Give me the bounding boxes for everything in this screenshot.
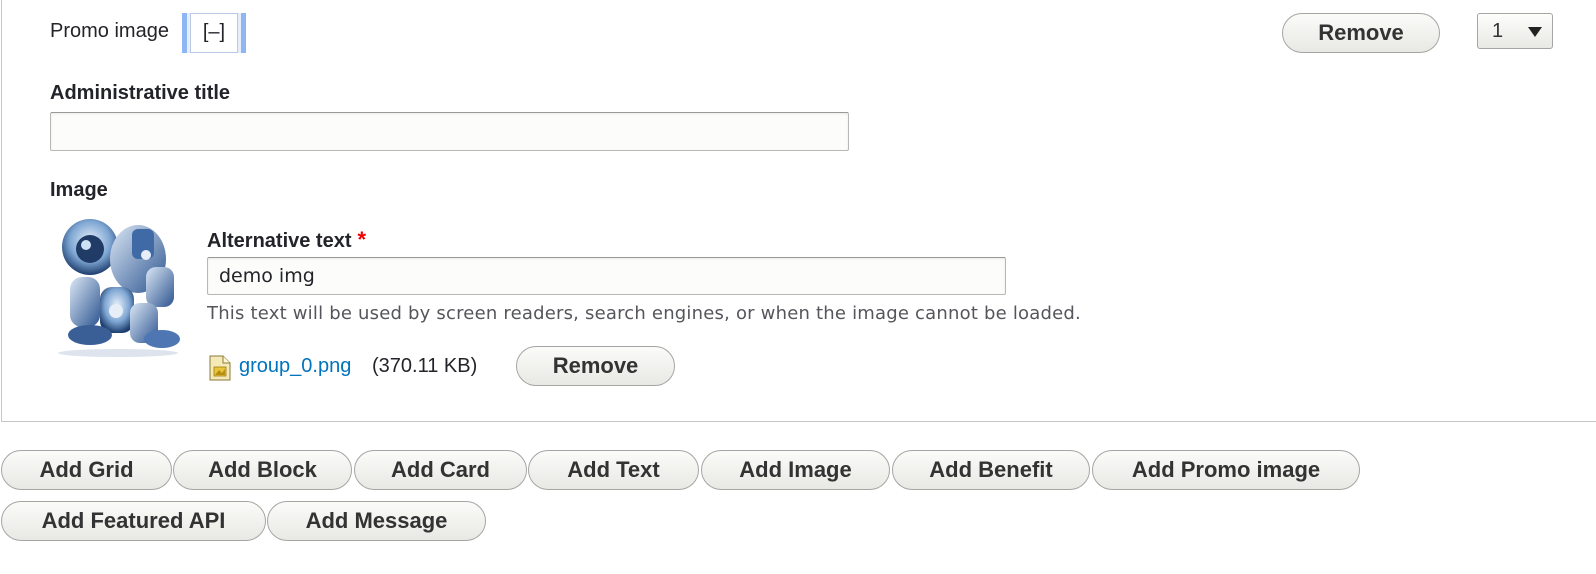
add-message-button[interactable]: Add Message	[267, 501, 486, 541]
alt-text-description: This text will be used by screen readers…	[207, 303, 1081, 324]
add-benefit-button[interactable]: Add Benefit	[892, 450, 1090, 490]
paragraph-type-label: Promo image	[50, 20, 169, 42]
alt-text-label-text: Alternative text	[207, 230, 352, 252]
add-promo-image-button[interactable]: Add Promo image	[1092, 450, 1360, 490]
add-grid-button[interactable]: Add Grid	[1, 450, 172, 490]
add-image-button[interactable]: Add Image	[701, 450, 890, 490]
remove-file-button[interactable]: Remove	[516, 346, 675, 386]
required-marker: *	[357, 227, 367, 252]
add-block-button[interactable]: Add Block	[173, 450, 352, 490]
chevron-down-icon	[1528, 27, 1542, 37]
collapse-toggle-button[interactable]: [–]	[190, 13, 238, 53]
add-text-button[interactable]: Add Text	[528, 450, 699, 490]
remove-paragraph-button[interactable]: Remove	[1282, 13, 1440, 53]
alt-text-input[interactable]	[207, 257, 1006, 295]
image-file-icon	[209, 355, 231, 381]
collapse-toggle-focus: [–]	[182, 13, 246, 53]
image-thumbnail	[50, 207, 190, 357]
add-featured-api-button[interactable]: Add Featured API	[1, 501, 266, 541]
weight-select[interactable]: 1	[1477, 13, 1553, 49]
file-name-link[interactable]: group_0.png	[239, 355, 351, 378]
image-field-label: Image	[50, 179, 108, 201]
alt-text-label: Alternative text *	[207, 227, 366, 253]
file-size: (370.11 KB)	[372, 355, 478, 377]
weight-select-value: 1	[1492, 20, 1504, 42]
add-card-button[interactable]: Add Card	[354, 450, 527, 490]
admin-title-label: Administrative title	[50, 82, 231, 104]
admin-title-input[interactable]	[50, 112, 849, 151]
